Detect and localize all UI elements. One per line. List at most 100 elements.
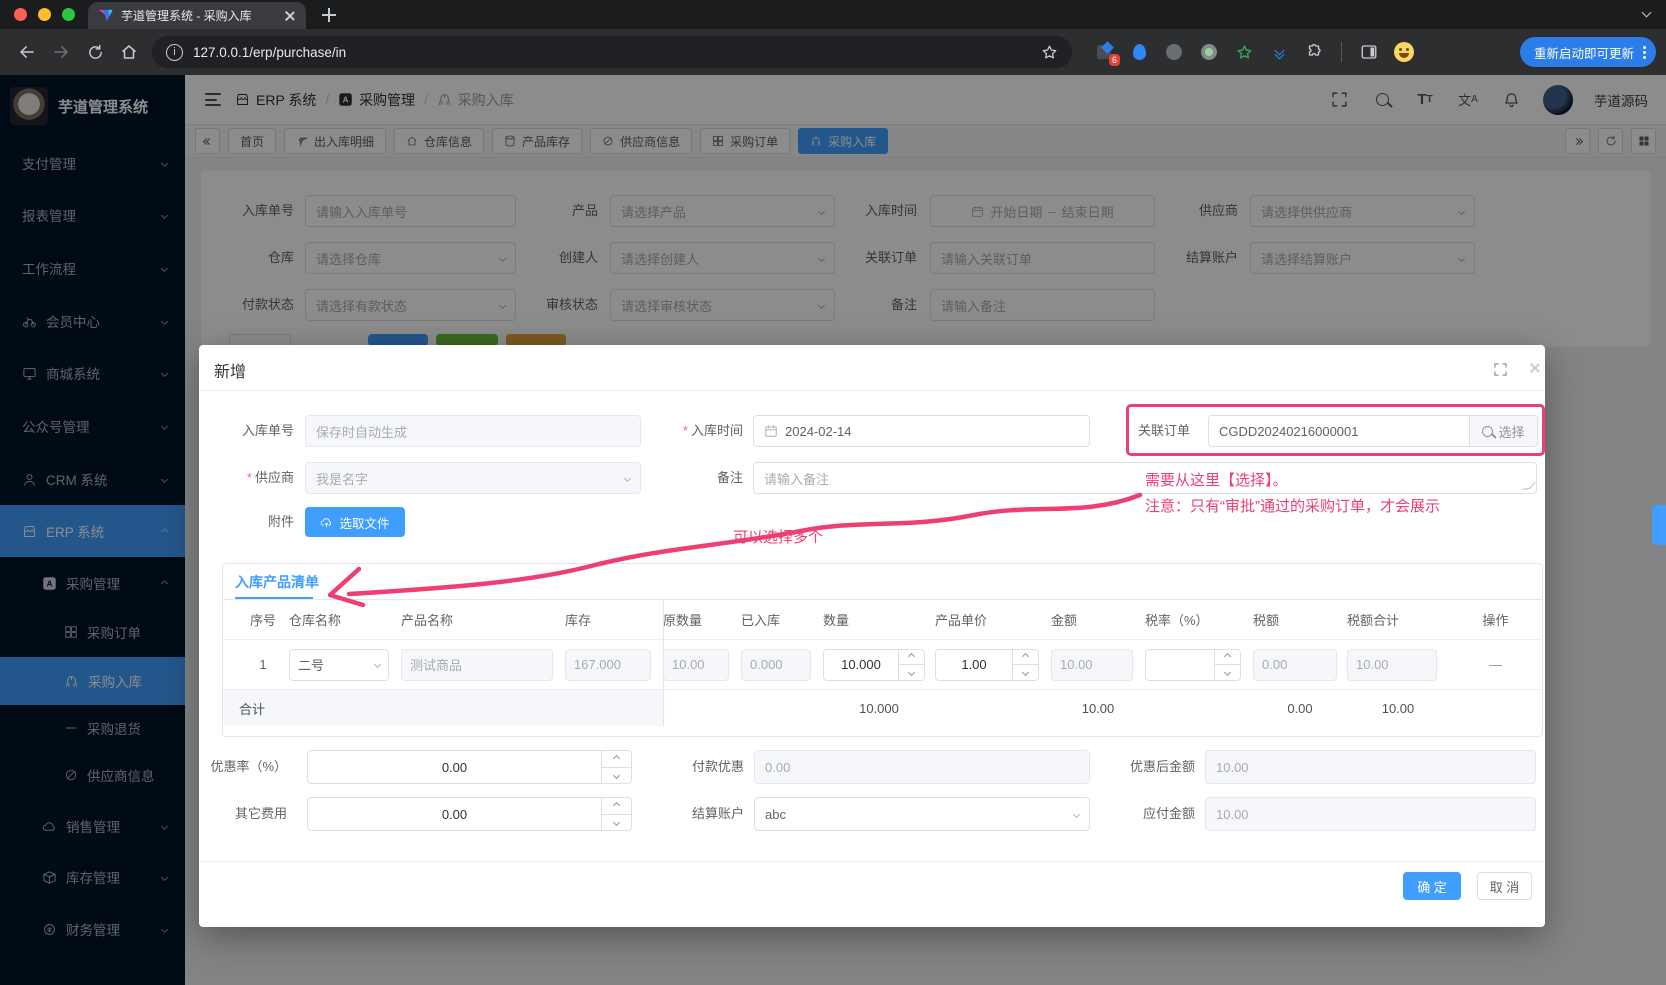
stock-input: 167.000 xyxy=(565,648,651,681)
confirm-button[interactable]: 确 定 xyxy=(1403,872,1461,900)
bookmark-star-icon[interactable] xyxy=(1041,44,1058,61)
settlement-account-select[interactable]: abc xyxy=(754,797,1090,831)
supplier-select: 我是名字 xyxy=(305,462,641,494)
payment-discount-input: 0.00 xyxy=(754,750,1090,784)
related-order-select-button[interactable]: 选择 xyxy=(1470,415,1538,447)
favicon-yudao xyxy=(98,9,113,22)
qty-stepper[interactable]: 10.000 xyxy=(823,648,925,681)
annotation-note-line1: 需要从这里【选择】。 xyxy=(1145,472,1288,489)
discount-rate-stepper[interactable]: 0.00 xyxy=(307,750,632,784)
extensions-puzzle-icon[interactable] xyxy=(1304,42,1324,62)
order-no-input: 保存时自动生成 xyxy=(305,415,641,447)
field-label: * 入库时间 xyxy=(682,423,743,438)
required-asterisk: * xyxy=(246,470,252,485)
dialog-title: 新增 xyxy=(214,364,247,381)
annotation-note-multi: 可以选择多个 xyxy=(733,529,824,546)
warehouse-select[interactable]: 二号 xyxy=(289,648,389,681)
related-order-input[interactable]: CGDD20240216000001 xyxy=(1208,415,1470,447)
extension-pin-icon[interactable] xyxy=(1129,42,1149,62)
extension-star-icon[interactable] xyxy=(1234,42,1254,62)
browser-menu-icon[interactable] xyxy=(1643,45,1646,59)
annotation-note-line2: 注意：只有“审批”通过的采购订单，才会展示 xyxy=(1145,498,1440,515)
total-amount: 10.00 xyxy=(1081,700,1115,716)
amount-input: 10.00 xyxy=(1051,648,1133,681)
field-label: 备注 xyxy=(716,470,743,485)
dialog-close-icon[interactable] xyxy=(1529,362,1543,376)
received-qty-input: 0.000 xyxy=(741,648,811,681)
address-bar[interactable]: i 127.0.0.1/erp/purchase/in xyxy=(152,36,1072,68)
table-header-row: 序号 仓库名称 产品名称 库存 原数量 已入库 数量 产品单价 金额 税率（%）… xyxy=(223,600,1542,640)
increment-icon[interactable] xyxy=(602,751,631,767)
increment-icon[interactable] xyxy=(602,798,631,814)
tax-rate-stepper[interactable] xyxy=(1145,648,1241,681)
browser-tab-title: 芋道管理系统 - 采购入库 xyxy=(121,9,252,23)
traffic-light-minimize[interactable] xyxy=(38,8,51,21)
upload-file-button[interactable]: 选取文件 xyxy=(305,507,405,537)
home-icon[interactable] xyxy=(112,35,146,69)
fixed-column-shadow xyxy=(663,600,664,726)
extension-gray-icon[interactable] xyxy=(1164,42,1184,62)
unit-price-stepper[interactable]: 1.00 xyxy=(935,648,1039,681)
field-label: 优惠后金额 xyxy=(1129,759,1195,774)
table-total-row: 合计 10.000 10.00 0.00 10.00 xyxy=(223,690,1542,726)
chevron-down-icon xyxy=(1072,810,1081,818)
decrement-icon[interactable] xyxy=(602,813,631,831)
decrement-icon[interactable] xyxy=(899,664,924,680)
row-index: 1 xyxy=(259,657,267,672)
theme-settings-fab[interactable] xyxy=(1652,505,1666,545)
dialog-footer-divider xyxy=(199,861,1545,862)
cancel-button[interactable]: 取 消 xyxy=(1477,872,1532,900)
field-label: 结算账户 xyxy=(691,806,744,821)
reload-icon[interactable] xyxy=(78,35,112,69)
field-label: 关联订单 xyxy=(1137,423,1190,438)
product-name-input: 测试商品 xyxy=(401,648,553,681)
profile-avatar-emoji[interactable] xyxy=(1394,42,1414,62)
extension-badge: 6 xyxy=(1108,54,1120,66)
tab-close-icon[interactable] xyxy=(284,10,296,22)
increment-icon[interactable] xyxy=(1013,650,1038,665)
extension-chevrons-icon[interactable] xyxy=(1269,42,1289,62)
traffic-light-close[interactable] xyxy=(14,8,27,21)
extension-tampermonkey-icon[interactable]: 6 xyxy=(1094,41,1120,66)
original-qty-input: 10.00 xyxy=(663,648,729,681)
browser-toolbar: i 127.0.0.1/erp/purchase/in 6 重新启动即可更新 xyxy=(0,29,1666,75)
table-row: 1 二号 测试商品 167.000 10.00 0.000 10.000 1.0… xyxy=(223,640,1542,690)
field-label: 优惠率（%） xyxy=(210,759,287,774)
tab-product-list[interactable]: 入库产品清单 xyxy=(235,572,319,592)
chevron-down-icon xyxy=(373,660,382,669)
increment-icon[interactable] xyxy=(899,650,924,665)
field-label: 应付金额 xyxy=(1142,806,1195,821)
decrement-icon[interactable] xyxy=(1013,664,1038,680)
side-panel-icon[interactable] xyxy=(1359,42,1379,62)
chrome-update-label: 重新启动即可更新 xyxy=(1533,46,1634,61)
decrement-icon[interactable] xyxy=(602,766,631,784)
tab-search-chevron-icon[interactable] xyxy=(1641,7,1652,18)
search-icon xyxy=(1482,425,1494,437)
back-icon[interactable] xyxy=(10,35,44,69)
in-time-date-input[interactable]: 2024-02-14 xyxy=(753,415,1090,447)
required-asterisk: * xyxy=(682,423,688,438)
field-label: 附件 xyxy=(267,514,294,529)
tax-total-input: 10.00 xyxy=(1347,648,1437,681)
traffic-light-maximize[interactable] xyxy=(62,8,75,21)
increment-icon[interactable] xyxy=(1215,650,1240,665)
site-info-icon[interactable]: i xyxy=(166,43,183,61)
dialog-fullscreen-icon[interactable] xyxy=(1493,362,1508,377)
total-tax-amount: 0.00 xyxy=(1287,700,1313,716)
toolbar-divider xyxy=(1341,42,1342,62)
amount-after-discount-input: 10.00 xyxy=(1205,750,1536,784)
field-label: 其它费用 xyxy=(234,806,287,821)
field-label: * 供应商 xyxy=(246,470,294,485)
browser-tab[interactable]: 芋道管理系统 - 采购入库 xyxy=(88,2,306,29)
field-label: 入库单号 xyxy=(241,423,294,438)
chrome-update-button[interactable]: 重新启动即可更新 xyxy=(1519,37,1656,67)
browser-window: 芋道管理系统 - 采购入库 i 127.0.0.1/erp/purchase/i… xyxy=(0,0,1666,985)
extension-recorder-icon[interactable] xyxy=(1199,42,1219,62)
other-fee-stepper[interactable]: 0.00 xyxy=(307,797,632,831)
new-tab-icon[interactable] xyxy=(322,8,336,22)
forward-icon[interactable] xyxy=(44,35,78,69)
total-qty: 10.000 xyxy=(859,700,899,716)
url-text[interactable]: 127.0.0.1/erp/purchase/in xyxy=(193,45,1031,60)
decrement-icon[interactable] xyxy=(1215,664,1240,680)
product-list-card: 入库产品清单 序号 仓库名称 产品名称 库存 原数量 已入库 数量 产品单价 金… xyxy=(222,563,1543,737)
